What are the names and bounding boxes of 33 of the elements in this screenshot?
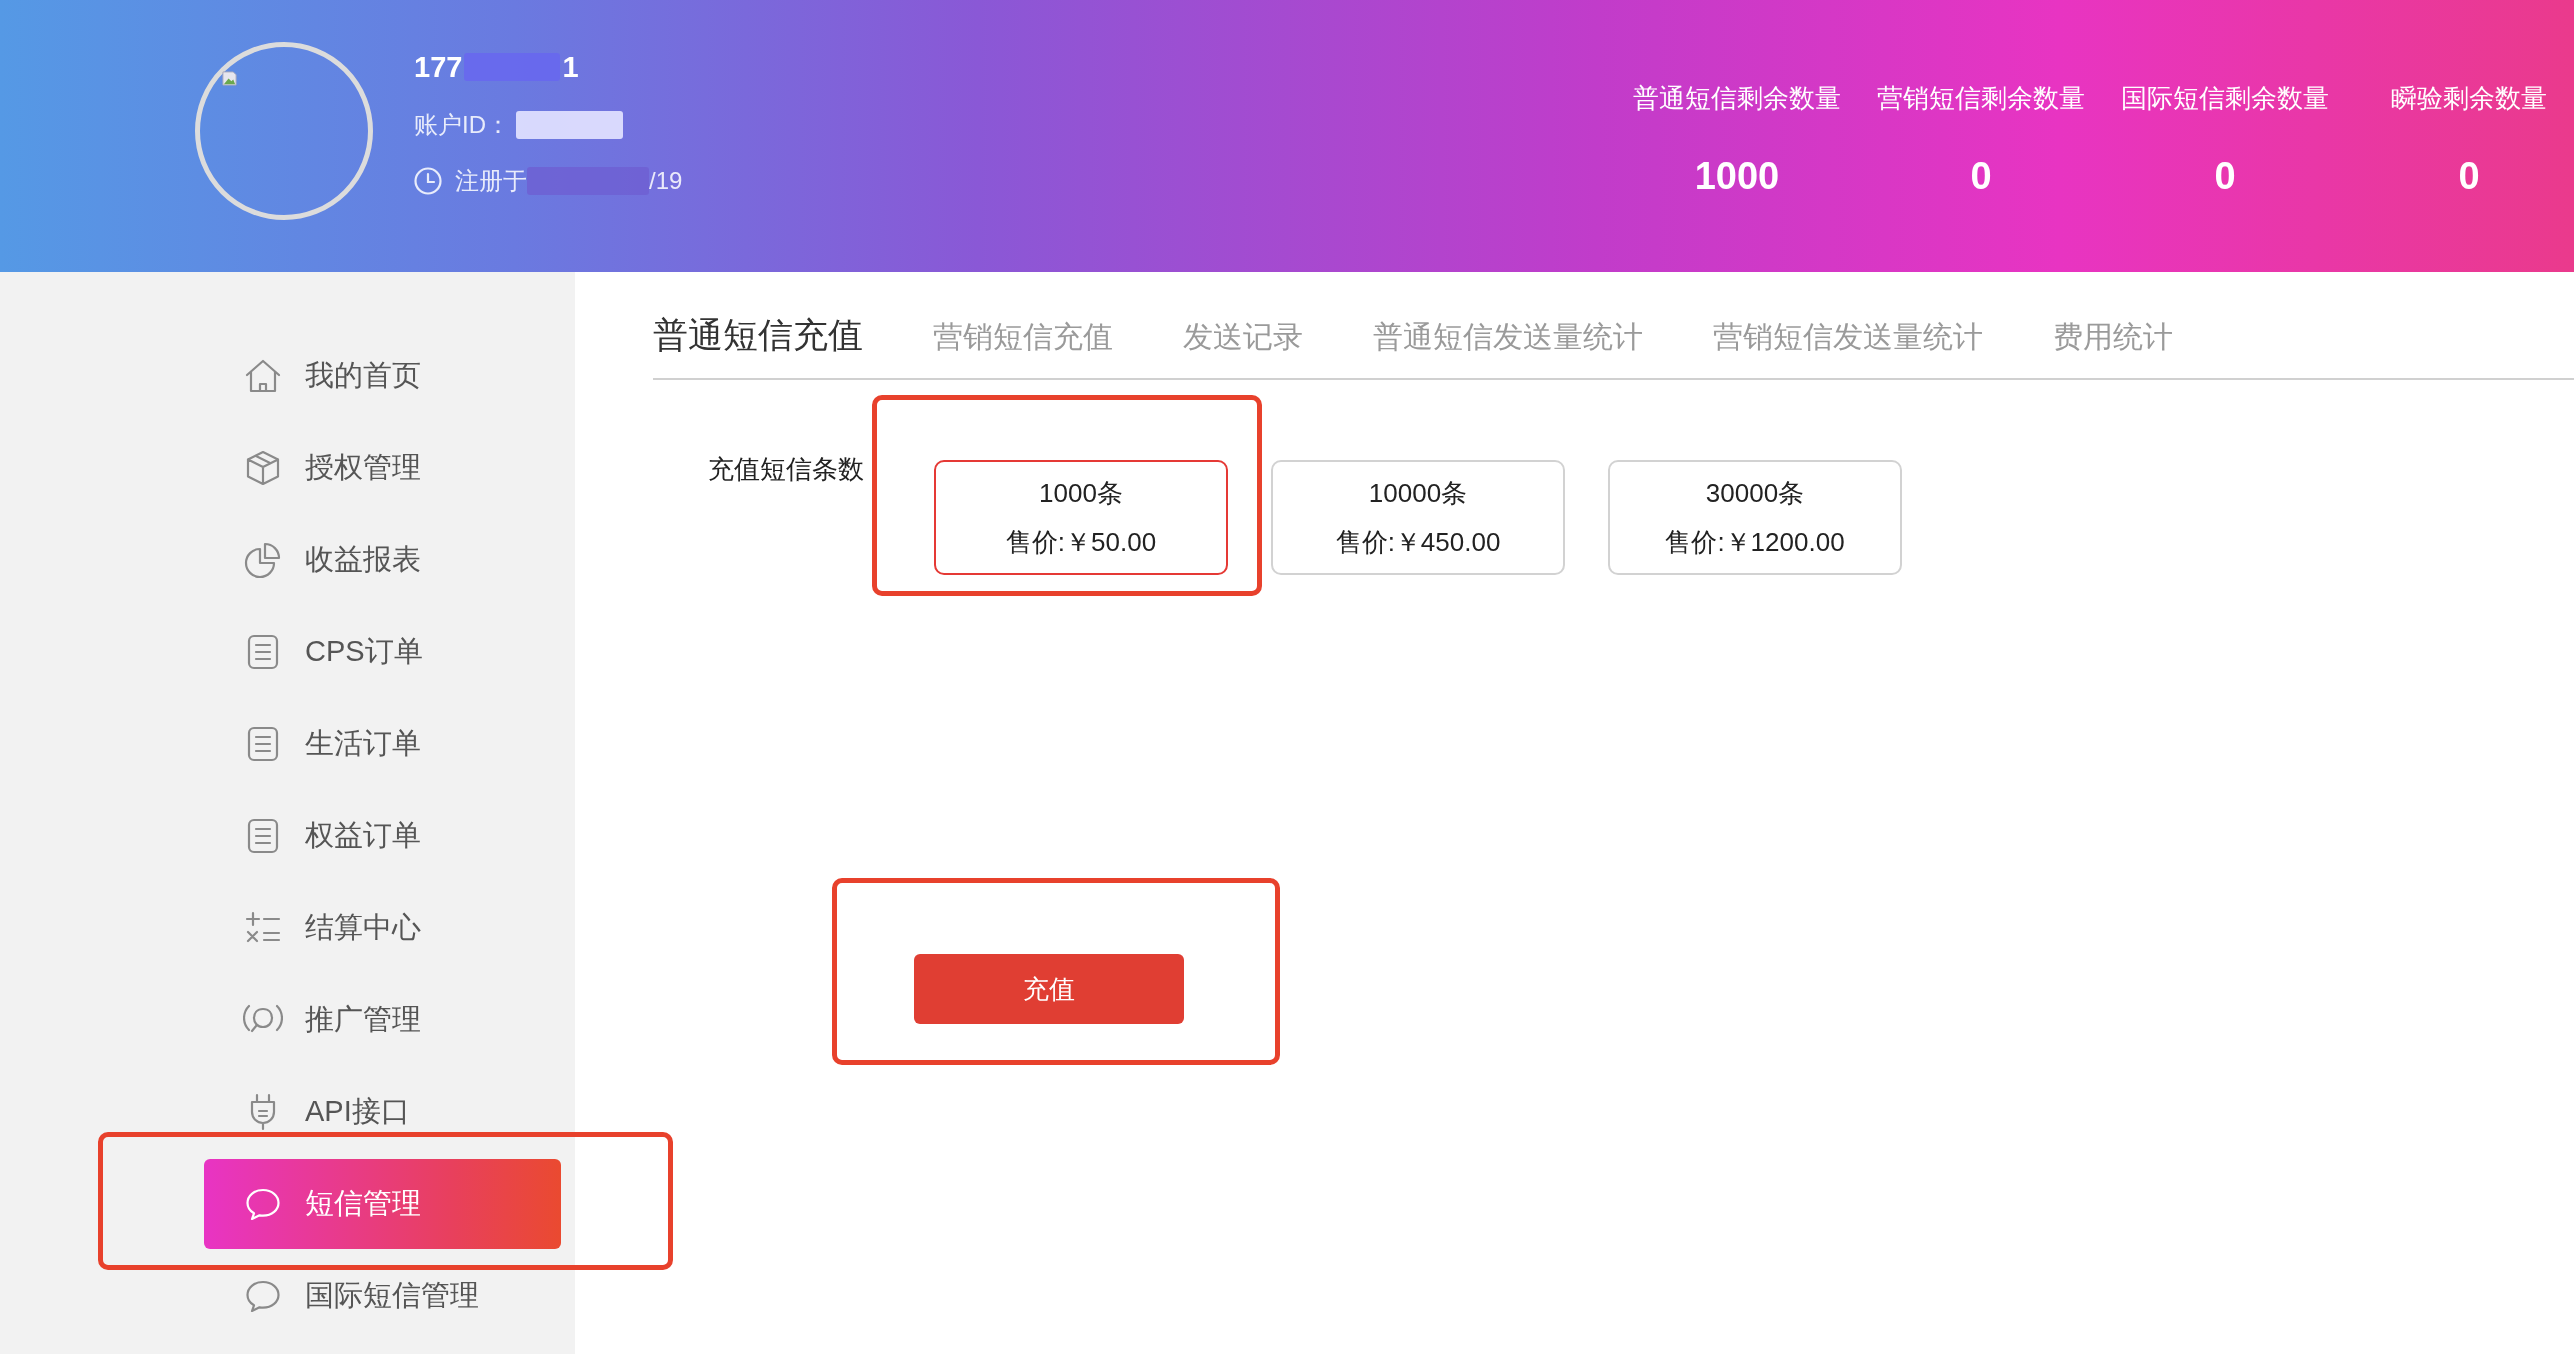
tab[interactable]: 普通短信充值 <box>653 314 863 356</box>
sidebar-item[interactable]: 国际短信管理 <box>204 1251 561 1341</box>
sidebar-item[interactable]: 生活订单 <box>204 699 561 789</box>
package-option[interactable]: 1000条 售价:￥50.00 <box>934 460 1228 575</box>
sidebar-item[interactable]: 推广管理 <box>204 975 561 1065</box>
stat-label: 营销短信剩余数量 <box>1877 82 2085 115</box>
sidebar-item[interactable]: 收益报表 <box>204 515 561 605</box>
registered-date: /19 <box>649 166 683 196</box>
stat-value: 0 <box>1970 154 1992 199</box>
field-label: 充值短信条数 <box>708 453 865 486</box>
phone-digits: 1 <box>562 50 579 85</box>
pie-chart-icon <box>243 540 283 580</box>
package-option[interactable]: 30000条 售价:￥1200.00 <box>1608 460 1902 575</box>
stat-label: 国际短信剩余数量 <box>2121 82 2329 115</box>
stat-value: 0 <box>2214 154 2236 199</box>
package-option[interactable]: 10000条 售价:￥450.00 <box>1271 460 1565 575</box>
sidebar-item[interactable]: 授权管理 <box>204 423 561 513</box>
phone-digits: 177 <box>414 50 463 85</box>
stat-value: 1000 <box>1694 154 1780 199</box>
sidebar-item[interactable]: API接口 <box>204 1067 561 1157</box>
stat-value: 0 <box>2458 154 2480 199</box>
sidebar-item[interactable]: 短信管理 <box>204 1159 561 1249</box>
stat-label: 普通短信剩余数量 <box>1633 82 1841 115</box>
sidebar-item[interactable]: 结算中心 <box>204 883 561 973</box>
broken-image-icon <box>222 71 237 86</box>
sidebar-item[interactable]: 权益订单 <box>204 791 561 881</box>
clock-icon <box>414 167 442 195</box>
sidebar-item[interactable]: CPS订单 <box>204 607 561 697</box>
sidebar-item[interactable]: 我的首页 <box>204 331 561 421</box>
account-id-label: 账户ID： <box>414 110 510 140</box>
registered-date: 注册于 <box>455 166 527 196</box>
recharge-button[interactable]: 充值 <box>914 954 1184 1024</box>
stat-label: 瞬验剩余数量 <box>2391 82 2547 115</box>
